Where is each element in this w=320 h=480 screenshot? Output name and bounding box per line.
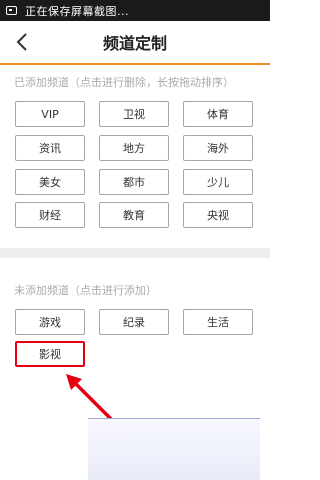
- status-bar: 正在保存屏幕截图...: [0, 0, 270, 21]
- channel-caijing[interactable]: 财经: [15, 202, 85, 228]
- not-added-channels-label: 未添加频道（点击进行添加）: [14, 284, 157, 297]
- channel-yangshi[interactable]: 央视: [183, 202, 253, 228]
- channel-vip[interactable]: VIP: [15, 101, 85, 127]
- channel-shaoer[interactable]: 少儿: [183, 169, 253, 195]
- section-divider: [0, 248, 270, 258]
- header: 频道定制: [0, 21, 270, 65]
- channel-haiwai[interactable]: 海外: [183, 135, 253, 161]
- status-text: 正在保存屏幕截图...: [25, 4, 129, 18]
- added-channels-label: 已添加频道（点击进行删除，长按拖动排序）: [14, 76, 234, 89]
- channel-weishi[interactable]: 卫视: [99, 101, 169, 127]
- channel-yingshi[interactable]: 影视: [15, 341, 85, 367]
- channel-youxi[interactable]: 游戏: [15, 309, 85, 335]
- channel-jiaoyu[interactable]: 教育: [99, 202, 169, 228]
- page-title: 频道定制: [102, 34, 167, 53]
- back-button[interactable]: [10, 30, 34, 54]
- channel-jilu[interactable]: 纪录: [99, 309, 169, 335]
- channel-meinv[interactable]: 美女: [15, 169, 85, 195]
- channel-dushi[interactable]: 都市: [99, 169, 169, 195]
- channel-shenghuo[interactable]: 生活: [183, 309, 253, 335]
- image-notification-icon: [6, 6, 17, 15]
- chevron-left-icon: [16, 33, 27, 51]
- decorative-panel: [88, 418, 260, 480]
- channel-difang[interactable]: 地方: [99, 135, 169, 161]
- channel-tiyu[interactable]: 体育: [183, 101, 253, 127]
- channel-zixun[interactable]: 资讯: [15, 135, 85, 161]
